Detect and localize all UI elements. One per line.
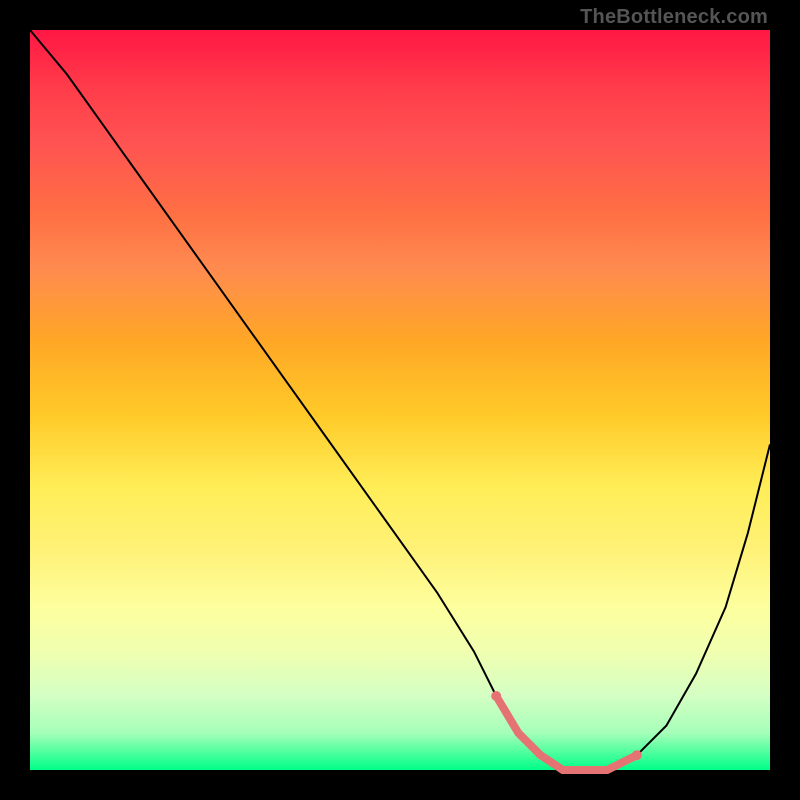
- chart-plot-area: [30, 30, 770, 770]
- bottleneck-curve: [30, 30, 770, 770]
- valley-highlight: [496, 696, 637, 770]
- chart-curve-svg: [30, 30, 770, 770]
- valley-dot-left: [491, 691, 501, 701]
- watermark-text: TheBottleneck.com: [580, 6, 768, 29]
- valley-dot-right: [632, 750, 642, 760]
